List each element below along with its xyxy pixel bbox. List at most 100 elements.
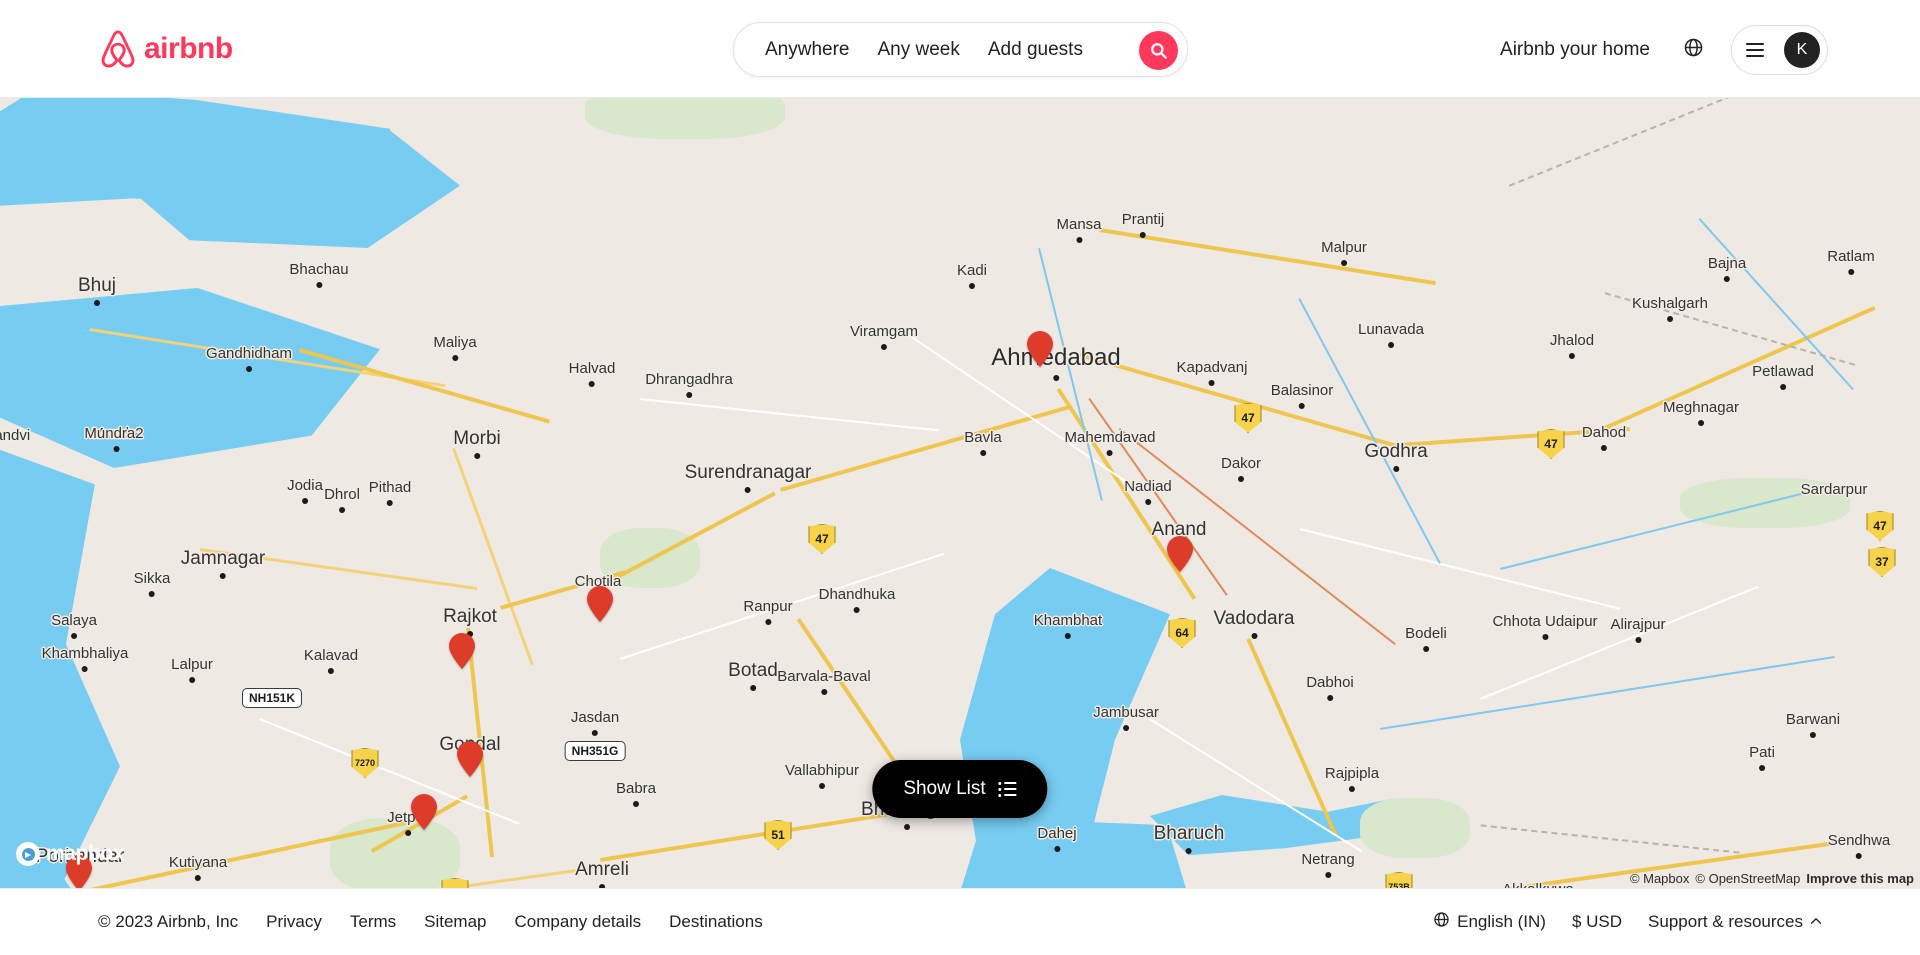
city-dot-icon <box>853 607 860 613</box>
search-guests-field[interactable]: Add guests <box>974 40 1097 59</box>
mapbox-logo-icon[interactable]: mapbox <box>16 842 125 866</box>
city-label: Prantij <box>1122 211 1164 238</box>
city-label: Mansa <box>1056 216 1102 243</box>
listing-map-pin[interactable] <box>409 793 439 831</box>
city-dot-icon <box>588 381 595 387</box>
city-dot-icon <box>1393 466 1399 472</box>
footer-link-sitemap[interactable]: Sitemap <box>424 912 486 932</box>
language-globe-button[interactable] <box>1671 28 1715 72</box>
city-label: Chhota Udaipur <box>1492 613 1598 640</box>
state-border-gujarat-mp <box>1604 292 1856 366</box>
city-label-text: Mahemdavad <box>1064 429 1156 446</box>
city-label-text: Kapadvanj <box>1176 359 1248 376</box>
city-label: Dhrol <box>324 486 360 513</box>
city-dot-icon <box>1847 269 1854 275</box>
city-dot-icon <box>1758 765 1765 771</box>
city-dot-icon <box>686 392 692 398</box>
listing-map-pin[interactable] <box>1165 535 1195 573</box>
city-label-text: Dhrangadhra <box>645 371 733 388</box>
airbnb-logo[interactable]: airbnb <box>98 28 233 70</box>
city-dot-icon <box>1209 380 1215 386</box>
city-label: Morbi <box>453 428 501 459</box>
city-label-text: Bhuj <box>77 275 117 296</box>
river-mahi <box>1298 298 1441 564</box>
city-dot-icon <box>633 801 639 807</box>
city-label: Pati <box>1749 744 1775 771</box>
footer-link-terms[interactable]: Terms <box>350 912 396 932</box>
city-label-text: Netrang <box>1301 851 1355 868</box>
city-label: Sikka <box>133 570 171 597</box>
map-viewport[interactable]: BhujBhachauGandhidhamMundraMandviMaliyaH… <box>0 98 1920 888</box>
listing-map-pin[interactable] <box>585 585 615 623</box>
search-bar[interactable]: Anywhere Any week Add guests <box>733 22 1188 77</box>
city-label-text: Alirajpur <box>1610 616 1666 633</box>
city-dot-icon <box>744 487 751 493</box>
footer-currency-button[interactable]: $ USD <box>1572 912 1622 932</box>
city-label: Pithad <box>369 479 411 506</box>
city-dot-icon <box>764 619 771 625</box>
show-list-button[interactable]: Show List <box>872 760 1048 818</box>
attribution-mapbox[interactable]: © Mapbox <box>1630 871 1689 886</box>
city-dot-icon <box>1106 450 1113 456</box>
city-label-text: Morbi <box>453 428 501 449</box>
city-label: Babra <box>616 780 656 807</box>
forest-patch-saurashtra <box>330 818 460 888</box>
improve-this-map-link[interactable]: Improve this map <box>1806 871 1914 886</box>
city-label-text: Mansa <box>1056 216 1102 233</box>
city-label-text: Jhalod <box>1549 332 1595 349</box>
show-list-label: Show List <box>903 778 986 799</box>
river-tapi <box>1500 490 1811 570</box>
avatar: K <box>1784 31 1820 68</box>
highway-shield-icon: 51 <box>764 820 792 850</box>
city-dot-icon <box>881 344 887 350</box>
search-button[interactable] <box>1139 31 1178 70</box>
listing-map-pin[interactable] <box>1025 330 1055 368</box>
footer-copyright: © 2023 Airbnb, Inc <box>98 912 239 931</box>
water-gulf-of-khambhat-2 <box>960 818 1190 888</box>
national-highway-shield-icon: NH151K <box>241 688 303 708</box>
footer-language-button[interactable]: English (IN) <box>1433 911 1546 933</box>
road-minor-4 <box>1480 585 1759 700</box>
city-dot-icon <box>1697 420 1704 426</box>
city-label: Netrang <box>1301 851 1355 878</box>
city-dot-icon <box>1541 634 1548 640</box>
city-label: Kadi <box>956 262 988 289</box>
footer-link-privacy[interactable]: Privacy <box>266 912 322 932</box>
header-right-controls: Airbnb your home K <box>1485 22 1828 77</box>
city-label-text: Kadi <box>956 262 988 279</box>
user-menu-button[interactable]: K <box>1731 24 1828 75</box>
airbnb-wordmark: airbnb <box>144 32 233 65</box>
city-dot-icon <box>1600 445 1607 451</box>
city-label: Halvad <box>569 360 615 387</box>
search-dates-field[interactable]: Any week <box>864 40 974 59</box>
road-minor-6 <box>898 328 1133 487</box>
map-attribution: © Mapbox © OpenStreetMap Improve this ma… <box>1630 871 1914 886</box>
city-dot-icon <box>195 875 201 881</box>
attribution-osm[interactable]: © OpenStreetMap <box>1695 871 1800 886</box>
city-label: Lunavada <box>1358 321 1424 348</box>
city-label-text: Chhota Udaipur <box>1492 613 1598 630</box>
listing-map-pin[interactable] <box>455 740 485 778</box>
road-minor-1 <box>199 548 478 590</box>
airbnb-bel-logo-icon <box>98 28 138 70</box>
road-north-corridor <box>1099 228 1436 285</box>
listing-map-pin[interactable] <box>447 632 477 670</box>
footer-link-destinations[interactable]: Destinations <box>669 912 763 932</box>
city-label: Dakor <box>1221 455 1261 482</box>
airbnb-your-home-link[interactable]: Airbnb your home <box>1485 26 1665 74</box>
city-label: Ratlam <box>1827 248 1875 275</box>
footer-link-company-details[interactable]: Company details <box>515 912 642 932</box>
city-label-text: Maliya <box>433 334 477 351</box>
city-label-text: Lunavada <box>1358 321 1424 338</box>
footer-support-button[interactable]: Support & resources <box>1648 912 1822 932</box>
city-label-text: Kalavad <box>303 647 359 664</box>
city-dot-icon <box>1635 637 1641 643</box>
city-label: Ranpur <box>743 598 793 625</box>
city-label: Barvala-Baval <box>777 668 871 695</box>
city-label: Maliya <box>433 334 477 361</box>
city-dot-icon <box>1422 646 1429 652</box>
city-label: Dabhoi <box>1306 674 1354 701</box>
search-location-field[interactable]: Anywhere <box>751 40 864 59</box>
state-border-gujarat-rajasthan <box>1508 98 1742 187</box>
city-label-text: Sikka <box>133 570 171 587</box>
